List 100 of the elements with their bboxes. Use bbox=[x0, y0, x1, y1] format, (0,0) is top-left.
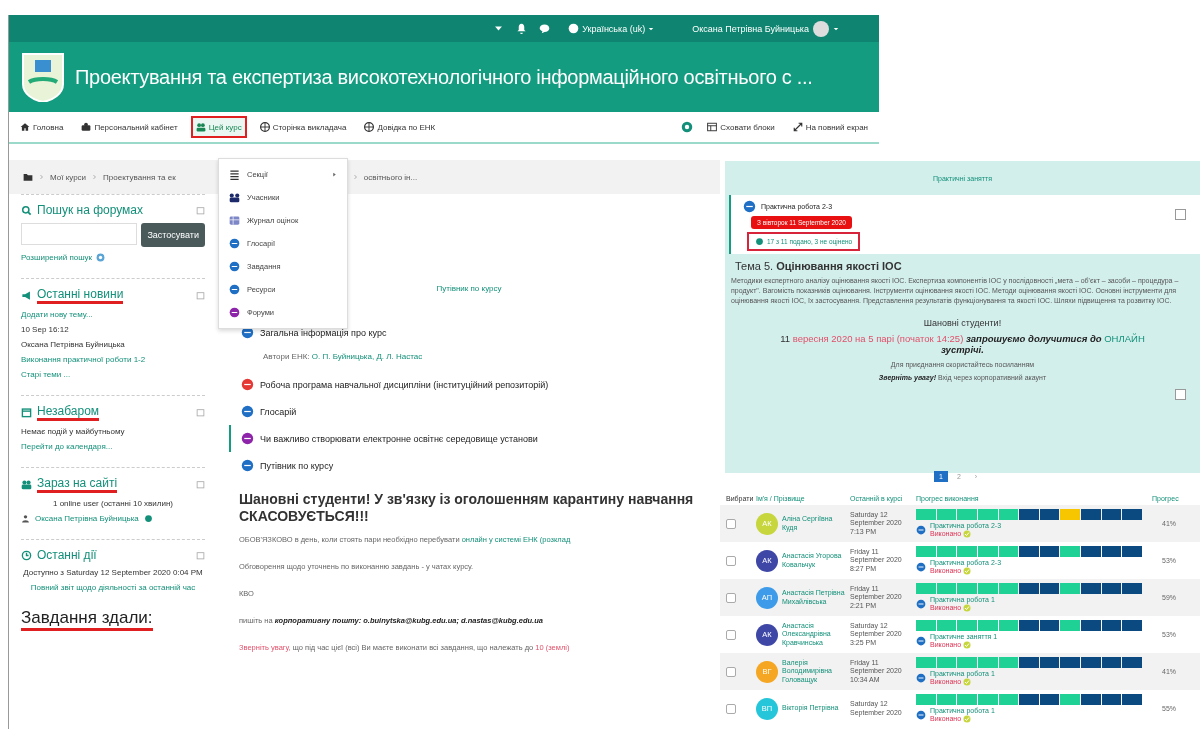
check-icon bbox=[963, 641, 972, 649]
apply-button[interactable]: Застосувати bbox=[141, 223, 205, 247]
person-icon bbox=[21, 514, 30, 523]
check-icon bbox=[963, 530, 972, 538]
guide-link[interactable]: Путівник по курсу bbox=[436, 284, 502, 293]
advanced-search-link[interactable]: Розширений пошук bbox=[21, 253, 93, 262]
breadcrumb-link[interactable]: Проектування та ек bbox=[103, 172, 176, 182]
progress-segment[interactable] bbox=[1101, 620, 1122, 631]
progress-segment[interactable] bbox=[1039, 509, 1060, 520]
progress-segment[interactable] bbox=[1101, 583, 1122, 594]
list-icon bbox=[229, 169, 240, 180]
check-icon bbox=[963, 604, 972, 612]
row-checkbox[interactable] bbox=[726, 518, 736, 529]
activity-link[interactable]: Путівник по курсу bbox=[260, 460, 334, 471]
block-link[interactable]: Старі теми ... bbox=[21, 370, 205, 379]
row-checkbox[interactable] bbox=[726, 592, 736, 603]
text-link[interactable]: ОНЛАЙН bbox=[1104, 333, 1145, 344]
caret-icon[interactable] bbox=[833, 25, 839, 32]
language-menu[interactable]: Українська (uk) bbox=[562, 22, 661, 35]
topic-title: Тема 5. Оцінювання якості ІОС bbox=[735, 260, 903, 272]
progress-segment[interactable] bbox=[1122, 546, 1143, 557]
dock-icon[interactable] bbox=[196, 205, 205, 215]
row-checkbox[interactable] bbox=[726, 555, 736, 566]
nav-link[interactable]: Головна bbox=[15, 116, 69, 138]
settings-icon[interactable] bbox=[680, 120, 695, 134]
progress-segment[interactable] bbox=[1039, 583, 1060, 594]
progress-segment[interactable] bbox=[1039, 620, 1060, 631]
table-icon bbox=[229, 215, 240, 226]
block-link[interactable]: Перейти до календаря... bbox=[21, 442, 205, 451]
nav-link[interactable]: Персональний кабінет bbox=[76, 116, 183, 138]
progress-segment[interactable] bbox=[1101, 694, 1122, 705]
activity-link[interactable]: Робоча програма навчальної дисципліни (інституційний репозиторій) bbox=[260, 379, 549, 390]
nav-link[interactable]: Сторінка викладача bbox=[254, 116, 352, 138]
invitation-text: 11 вересня 2020 на 5 парі (початок 14:25) запрошуємо долучитися до ОНЛАЙН зустрічі. bbox=[779, 332, 1146, 355]
progress-segment[interactable] bbox=[1039, 657, 1060, 668]
activity-link[interactable]: Чи важливо створювати електронне освітнє середовище установи bbox=[260, 433, 538, 444]
row-checkbox[interactable] bbox=[726, 703, 736, 714]
dock-icon[interactable] bbox=[196, 480, 205, 489]
columns-icon bbox=[707, 122, 718, 132]
avatar-icon[interactable] bbox=[813, 20, 829, 37]
bell-icon[interactable] bbox=[516, 23, 528, 34]
activity-icon bbox=[916, 710, 926, 720]
progress-segment[interactable] bbox=[1039, 546, 1060, 557]
authors-link[interactable]: О. П. Буйницька, Д. Л. Настас bbox=[311, 352, 423, 361]
breadcrumb-link[interactable]: освітнього ін... bbox=[363, 172, 418, 182]
expand-icon bbox=[792, 122, 803, 132]
block-title: Незабаром bbox=[37, 404, 100, 421]
progress-segment[interactable] bbox=[1039, 694, 1060, 705]
block-text: Доступно з Saturday 12 September 2020 0:04 PM bbox=[22, 568, 204, 577]
user-link[interactable]: Оксана Петрівна Буйницька bbox=[35, 514, 139, 523]
completion-checkbox[interactable] bbox=[1175, 389, 1186, 400]
calendar-icon bbox=[21, 407, 32, 418]
block-text: Немає подій у майбутньому bbox=[21, 427, 126, 436]
block-link[interactable]: Додати нову тему... bbox=[21, 310, 205, 319]
help-icon[interactable] bbox=[96, 253, 106, 262]
progress-segment[interactable] bbox=[1101, 509, 1122, 520]
completion-checkbox[interactable] bbox=[1175, 209, 1186, 220]
progress-segment[interactable] bbox=[1122, 657, 1143, 668]
users-icon bbox=[21, 479, 32, 490]
block-link[interactable]: Повний звіт щодо діяльності за останній час bbox=[21, 583, 205, 592]
progress-segment[interactable] bbox=[1122, 583, 1143, 594]
dock-icon[interactable] bbox=[196, 550, 205, 560]
megaphone-icon bbox=[21, 290, 32, 301]
search-field[interactable] bbox=[21, 223, 138, 245]
nav-link[interactable]: На повний екран bbox=[787, 116, 873, 138]
progress-segment[interactable] bbox=[1101, 657, 1122, 668]
clock-icon bbox=[21, 549, 32, 561]
block-text: 1 online user (останні 10 хвилин) bbox=[51, 499, 175, 508]
chat-icon[interactable] bbox=[539, 23, 551, 34]
row-checkbox[interactable] bbox=[726, 666, 736, 677]
dashboard-icon bbox=[81, 122, 92, 132]
activity-icon bbox=[916, 525, 926, 535]
users-icon bbox=[229, 192, 240, 203]
dock-icon[interactable] bbox=[196, 408, 205, 417]
activity-link[interactable]: Загальна інформація про курс bbox=[260, 327, 387, 338]
chevron-icon bbox=[92, 174, 98, 180]
nav-link[interactable]: Цей курс bbox=[190, 116, 247, 138]
check-icon bbox=[963, 678, 972, 686]
progress-segment[interactable] bbox=[1060, 657, 1081, 668]
check-icon bbox=[963, 567, 972, 575]
progress-segment[interactable] bbox=[1122, 509, 1143, 520]
activity-link[interactable]: Глосарій bbox=[260, 406, 297, 417]
progress-segment[interactable] bbox=[1122, 620, 1143, 631]
nav-link[interactable]: Сховати блоки bbox=[702, 116, 780, 138]
block-title: Пошук на форумах bbox=[37, 203, 144, 217]
dock-icon[interactable] bbox=[196, 291, 205, 300]
activity-icon bbox=[916, 636, 926, 646]
activity-icon bbox=[743, 200, 756, 213]
breadcrumb-link[interactable]: Мої курси bbox=[50, 172, 87, 182]
progress-segment[interactable] bbox=[1101, 546, 1122, 557]
note-heading: Завдання здали: bbox=[21, 608, 153, 631]
progress-segment[interactable] bbox=[1122, 694, 1143, 705]
nav-link[interactable]: Довідка по ЕНК bbox=[359, 116, 441, 138]
user-name[interactable]: Оксана Петрівна Буйницька bbox=[692, 23, 809, 34]
activity-icon bbox=[916, 599, 926, 609]
activity-icon bbox=[916, 562, 926, 572]
caret-icon[interactable] bbox=[493, 23, 505, 34]
announcement-heading: Шановні студенти! У зв'язку із оголошенням карантину навчання СКАСОВУЄТЬСЯ!!! bbox=[239, 491, 695, 525]
row-checkbox[interactable] bbox=[726, 629, 736, 640]
block-link[interactable]: Виконання практичної роботи 1-2 bbox=[21, 355, 205, 364]
